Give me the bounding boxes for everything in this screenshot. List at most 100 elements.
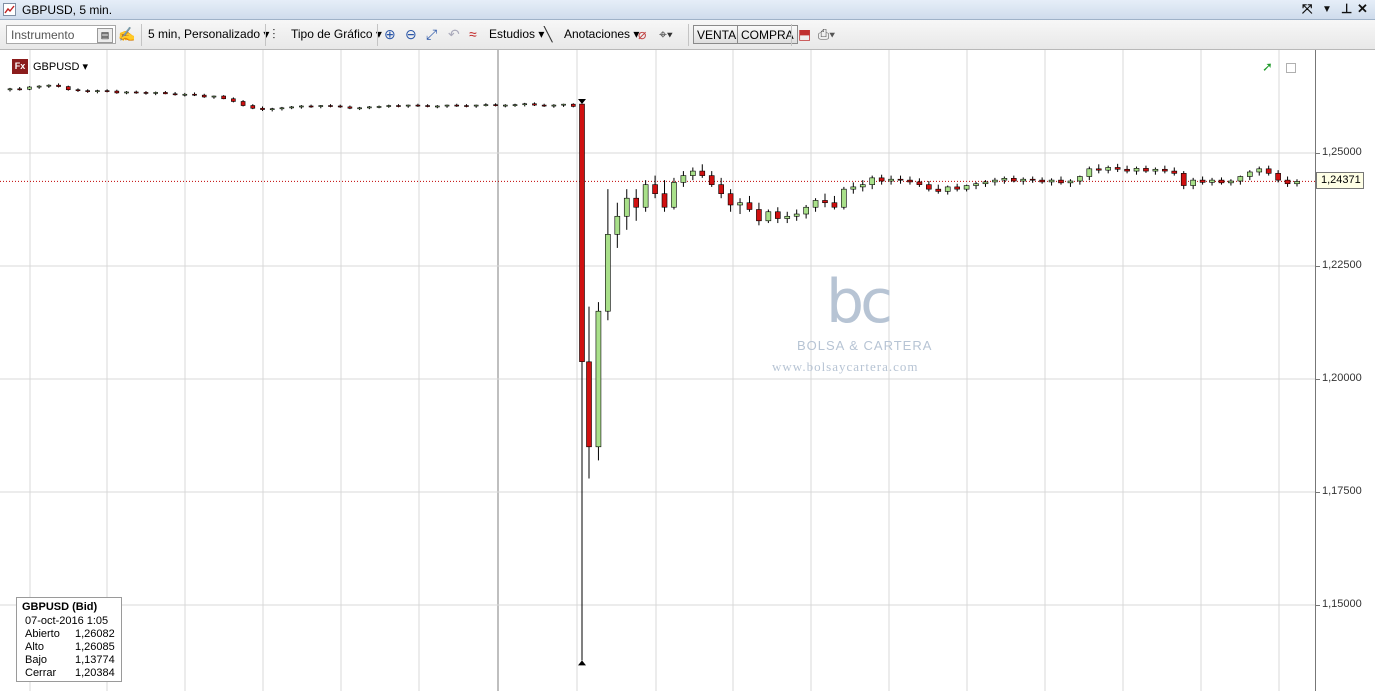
export-chart-icon[interactable]: ⬒ — [798, 26, 811, 42]
candle-body — [1294, 181, 1300, 185]
candle-body — [1133, 168, 1140, 172]
instrument-input[interactable]: Instrumento ▤ — [6, 25, 116, 44]
candle-body — [318, 105, 324, 107]
candle-body — [1284, 179, 1291, 185]
candle-body — [793, 213, 800, 217]
candle-body — [308, 105, 314, 108]
y-tick-label: 1,20000 — [1322, 372, 1362, 384]
candle-body — [850, 186, 857, 190]
candle-body — [435, 105, 440, 108]
symbol-dropdown[interactable]: GBPUSD ▾ — [33, 60, 88, 73]
candle-body — [172, 93, 178, 96]
annotations-dropdown[interactable]: Anotaciones ▾ — [564, 27, 639, 41]
candle-body — [1171, 170, 1178, 174]
chart-plot-area[interactable] — [0, 50, 1316, 691]
candle-body — [240, 101, 246, 106]
candle-body — [586, 361, 592, 448]
candlestick-chart[interactable] — [0, 50, 1316, 691]
minimize-panel-icon[interactable] — [1286, 63, 1296, 73]
undo-icon[interactable]: ↶ — [448, 26, 460, 42]
candle-body — [269, 108, 275, 111]
info-row-open: Abierto 1,26082 — [25, 628, 115, 641]
studies-dropdown[interactable]: Estudios ▾ — [489, 27, 544, 41]
y-tick-label: 1,25000 — [1322, 146, 1362, 158]
candle-body — [1162, 168, 1168, 172]
candle-body — [163, 92, 168, 95]
candle-body — [153, 92, 158, 94]
info-label: Cerrar — [25, 667, 57, 679]
candle-body — [192, 93, 197, 96]
y-tick-label: 1,22500 — [1322, 259, 1362, 271]
trend-icon[interactable]: ➚ — [1262, 60, 1276, 73]
zoom-out-icon[interactable]: ⊖ — [405, 26, 417, 42]
y-tick-label: 1,15000 — [1322, 598, 1362, 610]
chart-type-label: Tipo de Gráfico — [291, 27, 373, 41]
y-tick — [1316, 266, 1320, 267]
candle-body — [944, 186, 951, 192]
fx-logo-icon: Fx — [12, 59, 28, 74]
candle-body — [299, 105, 304, 108]
timeframe-label: 5 min, Personalizado — [148, 27, 261, 41]
candle-body — [982, 181, 989, 185]
candle-body — [396, 105, 401, 107]
candle-body — [7, 88, 13, 91]
info-value: 1,13774 — [75, 654, 115, 666]
candle-body — [570, 103, 576, 107]
zoom-in-icon[interactable]: ⊕ — [384, 26, 396, 42]
candle-body — [812, 200, 819, 208]
info-value: 1,26085 — [75, 641, 115, 653]
candle-body — [765, 211, 772, 222]
candle-body — [1237, 176, 1244, 182]
info-value: 1,26082 — [75, 628, 115, 640]
eraser-icon[interactable]: ⌀ — [638, 26, 646, 42]
info-datetime: 07-oct-2016 1:05 — [25, 615, 109, 627]
candle-body — [561, 103, 566, 106]
candle-body — [56, 84, 61, 87]
candle-body — [289, 106, 294, 109]
close-icon[interactable]: ✕ — [1357, 1, 1368, 17]
candle-body — [1190, 179, 1196, 186]
crosshair-icon[interactable]: ⌖▾ — [659, 26, 673, 42]
chart-window-icon — [3, 3, 16, 16]
candle-body — [822, 200, 828, 204]
low-marker — [578, 660, 586, 666]
candle-body — [541, 104, 547, 107]
candle-body — [1247, 171, 1253, 177]
watermark-url: www.bolsaycartera.com — [772, 359, 919, 374]
candle-body — [36, 85, 42, 88]
candle-body — [888, 178, 894, 182]
candle-body — [95, 90, 100, 92]
pin-icon[interactable]: ⊥ — [1341, 1, 1352, 17]
candle-body — [1029, 178, 1036, 181]
candle-body — [897, 178, 904, 181]
candle-body — [1001, 178, 1008, 181]
candle-body — [551, 104, 557, 107]
candle-body — [954, 186, 960, 190]
info-row-high: Alto 1,26085 — [25, 641, 115, 654]
chevron-down-icon[interactable]: ▼ — [1322, 4, 1332, 15]
buy-button[interactable]: COMPRA — [737, 25, 798, 44]
studies-icon: ≈ — [469, 26, 477, 42]
candle-body — [1152, 168, 1159, 172]
timeframe-dropdown[interactable]: 5 min, Personalizado ▾ — [148, 27, 269, 41]
candle-body — [680, 175, 687, 183]
candle-body — [503, 104, 508, 107]
candle-body — [1039, 179, 1045, 183]
candle-body — [737, 202, 743, 206]
candle-body — [250, 105, 256, 109]
sell-button[interactable]: VENTA — [693, 25, 741, 44]
candle-body — [831, 202, 838, 208]
y-tick — [1316, 605, 1320, 606]
draw-tool-icon[interactable]: ✍ — [118, 26, 135, 42]
candle-body — [661, 193, 668, 208]
candle-body — [279, 107, 285, 110]
ohlc-info-panel: GBPUSD (Bid) 07-oct-2016 1:05 Abierto 1,2… — [16, 597, 122, 682]
print-icon[interactable]: ⎙▾ — [818, 26, 835, 42]
fit-chart-icon[interactable]: ⤢ — [426, 26, 437, 42]
expand-icon[interactable]: ⤧ — [1302, 1, 1312, 17]
instrument-lookup-icon[interactable]: ▤ — [97, 28, 113, 43]
chart-type-dropdown[interactable]: Tipo de Gráfico ▾ — [291, 27, 382, 41]
candle-body — [114, 90, 120, 94]
candle-body — [367, 106, 372, 109]
candle-body — [963, 185, 970, 190]
